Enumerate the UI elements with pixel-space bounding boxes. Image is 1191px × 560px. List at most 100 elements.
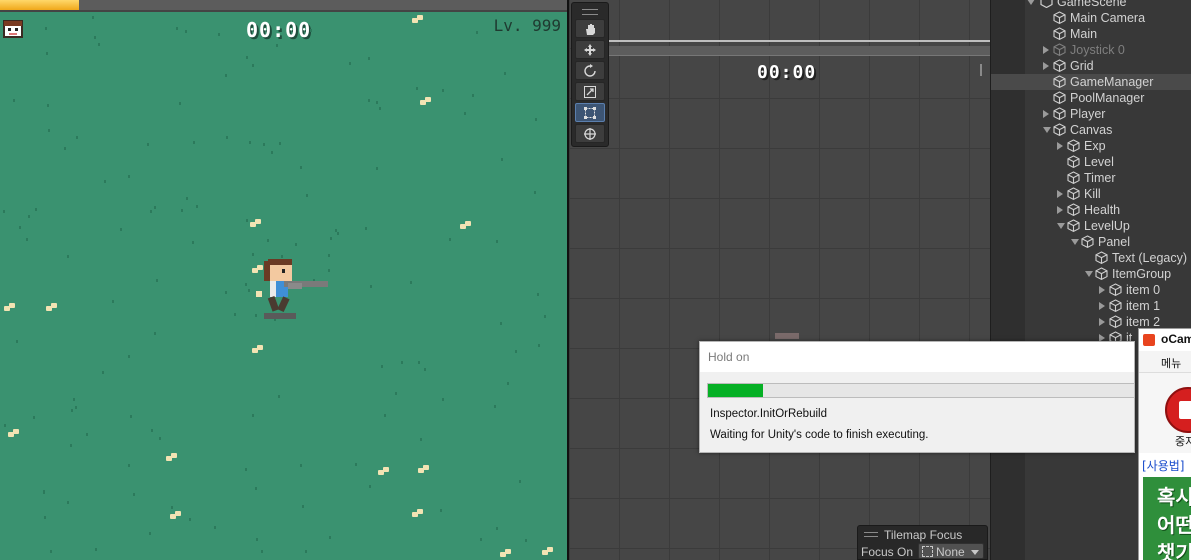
expand-arrow-icon[interactable]: [1027, 0, 1035, 5]
grass-speck: [246, 56, 248, 59]
hierarchy-item[interactable]: Canvas: [991, 122, 1191, 138]
expand-arrow-icon[interactable]: [1043, 62, 1049, 70]
grass-speck: [306, 194, 308, 197]
game-view[interactable]: 00:00 Lv. 999: [0, 0, 567, 560]
expand-arrow-icon[interactable]: [1099, 286, 1105, 294]
grass-speck: [75, 406, 77, 409]
expand-arrow-icon[interactable]: [1043, 46, 1049, 54]
scene-view[interactable]: 00:00: [569, 0, 990, 560]
gameobject-cube-icon: [1109, 315, 1122, 328]
transform-tool-button[interactable]: [575, 124, 605, 143]
focus-on-value: None: [936, 545, 965, 559]
hierarchy-item[interactable]: PoolManager: [991, 90, 1191, 106]
hierarchy-root-label: GameScene: [1057, 0, 1127, 9]
hierarchy-root-row[interactable]: GameScene: [991, 0, 1191, 10]
hierarchy-item[interactable]: Level: [991, 154, 1191, 170]
hierarchy-item[interactable]: Main: [991, 26, 1191, 42]
hierarchy-item[interactable]: Kill: [991, 186, 1191, 202]
ocam-ad-banner[interactable]: 혹시 어떤 챗기: [1143, 477, 1191, 560]
gameobject-cube-icon: [1095, 267, 1108, 280]
dialog-title: Hold on: [708, 350, 750, 364]
ocam-stop-label: 중지: [1175, 435, 1191, 448]
grass-speck: [255, 487, 257, 490]
dialog-title-bar[interactable]: Hold on: [700, 342, 1134, 372]
hierarchy-item[interactable]: Health: [991, 202, 1191, 218]
grass-speck: [267, 239, 269, 242]
flower-decoration: [46, 306, 52, 311]
grass-speck: [234, 313, 236, 316]
gameobject-cube-icon: [1067, 139, 1080, 152]
grass-speck: [86, 433, 88, 436]
tilemap-focus-overlay: Tilemap Focus Focus On None: [857, 525, 988, 560]
expand-arrow-icon[interactable]: [1057, 190, 1063, 198]
drag-handle-icon[interactable]: [582, 9, 598, 15]
expand-arrow-icon[interactable]: [1057, 142, 1063, 150]
ocam-title: oCam: [1161, 332, 1191, 346]
hierarchy-item[interactable]: Timer: [991, 170, 1191, 186]
grass-speck: [4, 424, 6, 427]
hierarchy-item[interactable]: item 1: [991, 298, 1191, 314]
grass-speck: [64, 147, 66, 150]
drag-handle-icon[interactable]: [864, 532, 878, 537]
hierarchy-item[interactable]: item 0: [991, 282, 1191, 298]
grass-speck: [245, 283, 247, 286]
move-icon: [584, 43, 596, 56]
hierarchy-item[interactable]: Text (Legacy): [991, 250, 1191, 266]
grass-speck: [226, 136, 228, 139]
ocam-menu-button[interactable]: 메뉴: [1161, 355, 1181, 371]
grass-speck: [418, 361, 420, 364]
hold-on-dialog: Hold on Inspector.InitOrRebuild Waiting …: [699, 341, 1135, 453]
scale-tool-button[interactable]: [575, 82, 605, 101]
collapse-arrow-icon[interactable]: [1071, 239, 1079, 245]
grass-speck: [369, 485, 371, 488]
ocam-stop-button[interactable]: [1165, 387, 1191, 433]
hierarchy-item[interactable]: Exp: [991, 138, 1191, 154]
collapse-arrow-icon[interactable]: [1085, 271, 1093, 277]
hierarchy-item[interactable]: LevelUp: [991, 218, 1191, 234]
grass-speck: [48, 129, 50, 132]
hierarchy-item[interactable]: GameManager: [991, 74, 1191, 90]
gameobject-cube-icon: [1053, 107, 1066, 120]
tilemap-focus-title: Tilemap Focus: [884, 528, 963, 542]
game-timer: 00:00: [246, 18, 312, 42]
expand-arrow-icon[interactable]: [1099, 318, 1105, 326]
grass-speck: [35, 208, 37, 211]
collapse-arrow-icon[interactable]: [1043, 127, 1051, 133]
scene-object-marker[interactable]: [775, 333, 799, 339]
rect-transform-tool-button[interactable]: [575, 103, 605, 122]
rotate-tool-button[interactable]: [575, 61, 605, 80]
gameobject-cube-icon: [1053, 27, 1066, 40]
focus-on-dropdown[interactable]: None: [918, 543, 984, 559]
ocam-help-link[interactable]: [사용법]: [1142, 457, 1184, 474]
ocam-title-bar[interactable]: oCam: [1139, 329, 1191, 351]
gameobject-cube-icon: [1109, 299, 1122, 312]
hierarchy-item-label: Text (Legacy): [1112, 251, 1188, 265]
hierarchy-item[interactable]: Grid: [991, 58, 1191, 74]
grass-speck: [192, 241, 194, 244]
hand-icon: [586, 23, 595, 35]
grass-speck: [535, 118, 537, 121]
expand-arrow-icon[interactable]: [1043, 110, 1049, 118]
hand-tool-button[interactable]: [575, 19, 605, 38]
grass-speck: [507, 382, 509, 385]
grass-speck: [245, 468, 247, 471]
focus-on-label: Focus On: [861, 545, 914, 559]
grass-speck: [151, 429, 153, 432]
grass-speck: [186, 197, 188, 200]
move-tool-button[interactable]: [575, 40, 605, 59]
grass-speck: [45, 27, 47, 30]
grass-speck: [185, 30, 187, 33]
hierarchy-item[interactable]: Player: [991, 106, 1191, 122]
expand-arrow-icon[interactable]: [1057, 206, 1063, 214]
grass-speck: [261, 550, 263, 553]
hierarchy-item[interactable]: Panel: [991, 234, 1191, 250]
grass-speck: [181, 209, 183, 212]
grass-speck: [504, 72, 506, 75]
hierarchy-item[interactable]: Main Camera: [991, 10, 1191, 26]
hierarchy-item[interactable]: ItemGroup: [991, 266, 1191, 282]
collapse-arrow-icon[interactable]: [1057, 223, 1065, 229]
expand-arrow-icon[interactable]: [1099, 302, 1105, 310]
hierarchy-item-label: Level: [1084, 155, 1114, 169]
hierarchy-item[interactable]: Joystick 0: [991, 42, 1191, 58]
grass-speck: [249, 141, 251, 144]
